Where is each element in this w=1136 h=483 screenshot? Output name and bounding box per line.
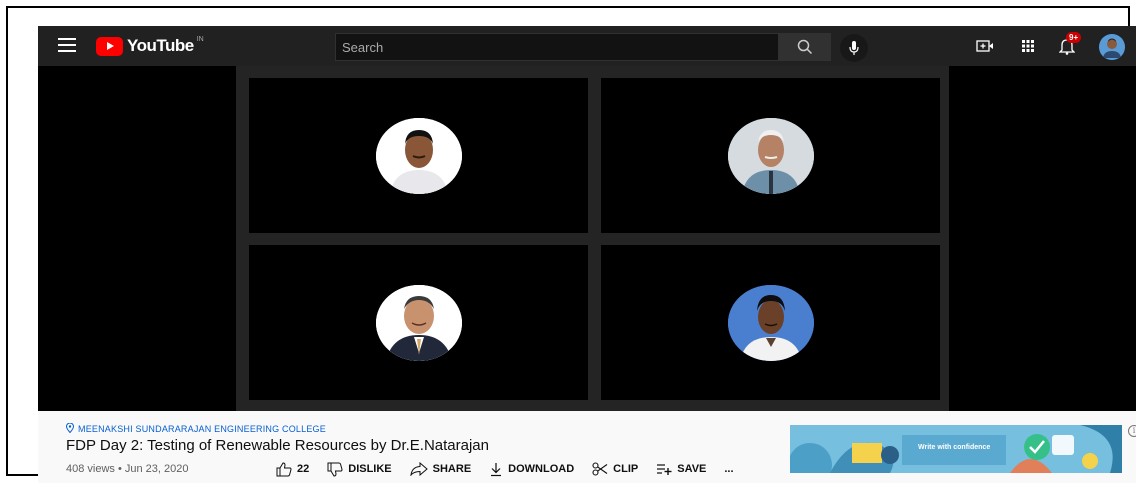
play-logo-icon xyxy=(96,36,123,56)
window-frame: YouTube IN Search 9+ MEENAKSHI SUNDARARA… xyxy=(6,6,1136,483)
search-button[interactable] xyxy=(779,33,831,61)
search-icon xyxy=(797,39,813,55)
save-button[interactable]: SAVE xyxy=(656,463,706,475)
participant-tile-1 xyxy=(249,78,588,233)
video-player[interactable] xyxy=(236,66,949,411)
download-icon xyxy=(491,462,502,476)
action-bar: 22 DISLIKE SHARE DOWNLOAD CLIP SAVE ... xyxy=(276,460,752,478)
apps-button[interactable] xyxy=(1016,34,1040,58)
voice-search-button[interactable] xyxy=(840,34,868,62)
download-label: DOWNLOAD xyxy=(508,463,575,475)
like-button[interactable]: 22 xyxy=(276,461,310,477)
participant-tile-4 xyxy=(601,245,940,400)
person-1-icon xyxy=(375,117,462,194)
scissors-icon xyxy=(592,462,608,476)
microphone-icon xyxy=(849,41,859,55)
menu-icon[interactable] xyxy=(58,38,76,52)
thumbs-down-icon xyxy=(327,462,343,477)
person-2-icon xyxy=(727,117,814,194)
download-button[interactable]: DOWNLOAD xyxy=(489,462,574,477)
top-bar: YouTube IN Search 9+ xyxy=(38,26,1136,66)
participant-photo-3 xyxy=(375,284,462,361)
participant-tile-2 xyxy=(601,78,940,233)
clip-button[interactable]: CLIP xyxy=(592,462,638,476)
playlist-add-icon xyxy=(657,464,672,475)
ad-text: Write with confidence xyxy=(918,444,991,451)
notification-count-badge: 9+ xyxy=(1066,32,1082,43)
share-label: SHARE xyxy=(432,463,472,475)
share-icon xyxy=(410,462,428,476)
like-count: 22 xyxy=(297,463,310,475)
logo-text: YouTube xyxy=(127,36,194,55)
video-title: FDP Day 2: Testing of Renewable Resource… xyxy=(66,437,489,454)
share-button[interactable]: SHARE xyxy=(410,462,472,476)
person-4-icon xyxy=(727,284,814,361)
video-meta: 408 views • Jun 23, 2020 xyxy=(66,463,189,475)
location-pin-icon xyxy=(65,422,75,434)
dislike-label: DISLIKE xyxy=(348,463,392,475)
user-avatar-icon xyxy=(1099,34,1125,60)
more-actions-button[interactable]: ... xyxy=(724,463,733,475)
more-actions-label: ... xyxy=(724,463,734,475)
person-3-icon xyxy=(375,284,462,361)
region-code: IN xyxy=(196,35,204,43)
location-tag[interactable]: MEENAKSHI SUNDARARAJAN ENGINEERING COLLE… xyxy=(65,422,326,434)
dislike-button[interactable]: DISLIKE xyxy=(327,462,392,477)
search-input[interactable] xyxy=(336,34,778,60)
search-box xyxy=(335,33,779,61)
ad-banner[interactable]: Write with confidence xyxy=(790,425,1122,473)
create-video-icon xyxy=(976,40,993,52)
notifications-button[interactable]: 9+ xyxy=(1055,32,1082,58)
youtube-player-screen: YouTube IN Search 9+ xyxy=(38,26,1136,411)
video-info-panel: MEENAKSHI SUNDARARAJAN ENGINEERING COLLE… xyxy=(38,411,1136,483)
apps-grid-icon xyxy=(1022,40,1034,52)
participant-photo-4 xyxy=(727,284,814,361)
youtube-logo[interactable]: YouTube IN xyxy=(96,36,204,56)
participant-photo-1 xyxy=(375,117,462,194)
ad-info-icon[interactable]: i xyxy=(1128,425,1136,437)
account-avatar[interactable] xyxy=(1099,34,1125,60)
thumbs-up-icon xyxy=(276,461,292,476)
participant-tile-3 xyxy=(249,245,588,400)
location-text: MEENAKSHI SUNDARARAJAN ENGINEERING COLLE… xyxy=(78,424,326,434)
save-label: SAVE xyxy=(677,463,707,475)
clip-label: CLIP xyxy=(613,463,639,475)
participant-photo-2 xyxy=(727,117,814,194)
create-video-button[interactable] xyxy=(973,34,997,58)
